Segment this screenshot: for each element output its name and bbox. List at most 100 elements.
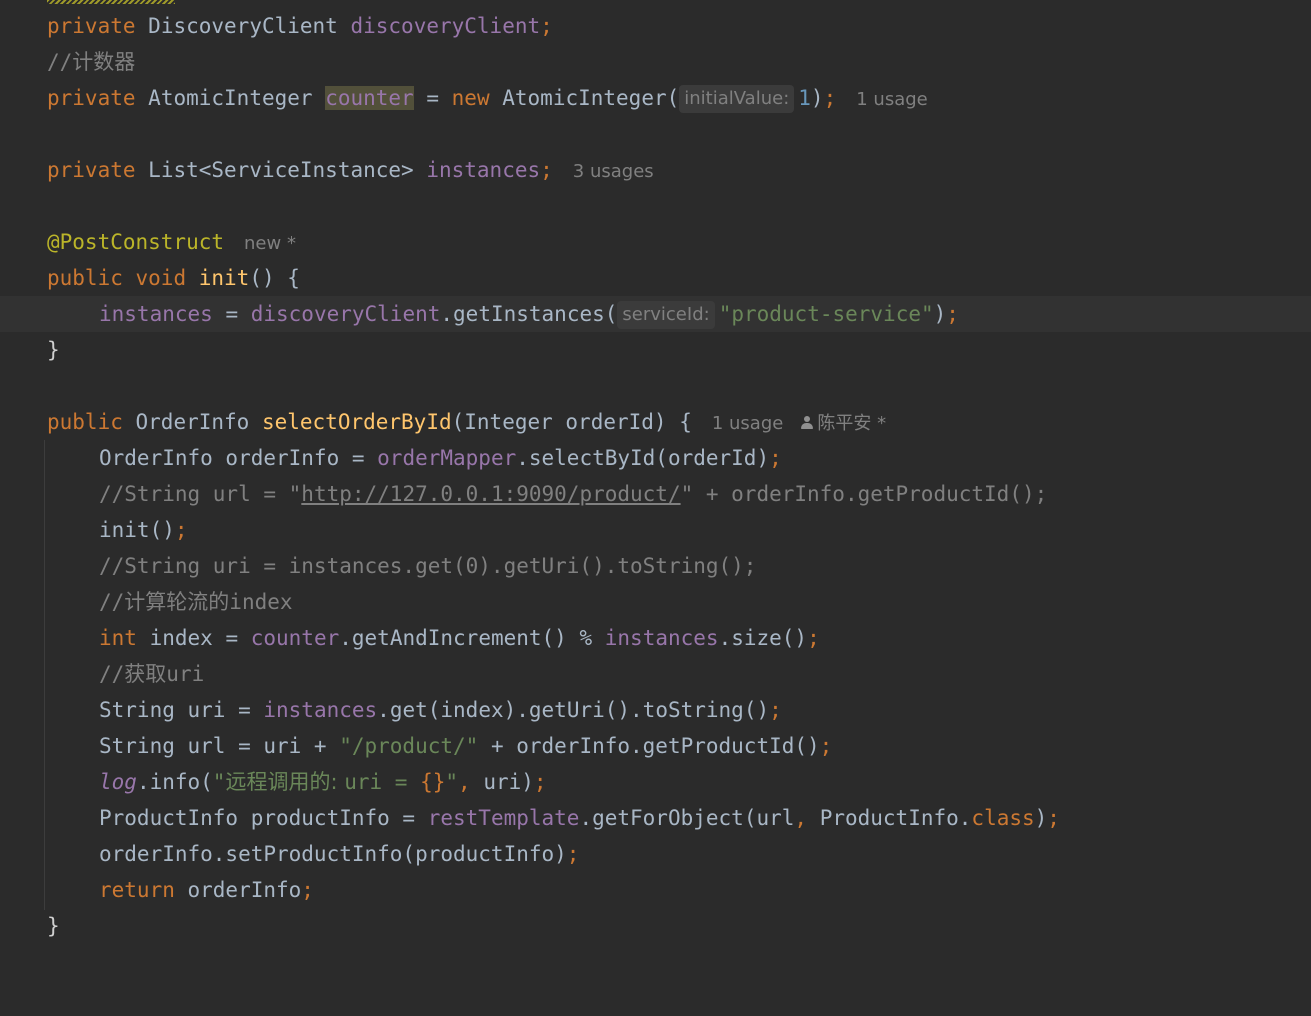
method-name: init <box>198 266 250 290</box>
param-hint: serviceId: <box>617 301 715 329</box>
code-line-24[interactable]: orderInfo.setProductInfo(productInfo); <box>0 836 1311 872</box>
string-literal: uri = <box>344 770 421 794</box>
string-quote: " <box>212 770 226 794</box>
field-name: instances <box>426 158 541 182</box>
code-text: orderInfo.setProductInfo(productInfo) <box>99 842 567 866</box>
code-line-10[interactable]: } <box>0 332 1311 368</box>
comma: , <box>794 806 808 830</box>
code-line-7[interactable]: @PostConstruct new * <box>0 224 1311 260</box>
code-text: init() <box>99 518 175 542</box>
code-line-20[interactable]: String uri = instances.get(index).getUri… <box>0 692 1311 728</box>
keyword: private <box>47 86 136 110</box>
code-line-13[interactable]: OrderInfo orderInfo = orderMapper.select… <box>0 440 1311 476</box>
usage-count[interactable]: 1 usage <box>712 413 784 434</box>
comment-prefix: // <box>99 662 125 686</box>
code-line-2[interactable]: //计数器 <box>0 44 1311 80</box>
semicolon: ; <box>301 878 314 902</box>
code-line-16[interactable]: //String uri = instances.get(0).getUri()… <box>0 548 1311 584</box>
usage-count[interactable]: 3 usages <box>573 161 654 182</box>
semicolon: ; <box>819 734 833 758</box>
keyword: return <box>99 878 175 902</box>
semicolon: ; <box>807 626 820 650</box>
semicolon: ; <box>946 302 959 326</box>
field-name: instances <box>263 698 378 722</box>
semicolon: ; <box>174 518 188 542</box>
code-line-12[interactable]: public OrderInfo selectOrderById(Integer… <box>0 404 1311 440</box>
author-icon <box>801 416 814 430</box>
code-line-19[interactable]: //获取uri <box>0 656 1311 692</box>
string-literal: "/product/" <box>339 734 479 758</box>
code-line-9-current[interactable]: instances = discoveryClient.getInstances… <box>0 296 1311 332</box>
method-call: .get(index).getUri().toString() <box>377 698 770 722</box>
keyword: public <box>47 266 123 290</box>
field-name: instances <box>604 626 719 650</box>
argument: uri) <box>470 770 534 794</box>
field-name: discoveryClient <box>350 14 541 38</box>
method-call: .getAndIncrement() % <box>339 626 605 650</box>
field-name: restTemplate <box>427 806 580 830</box>
code-line-15[interactable]: init(); <box>0 512 1311 548</box>
field-name: orderMapper <box>377 446 517 470</box>
method-call: .getForObject(url <box>579 806 795 830</box>
semicolon: ; <box>540 158 553 182</box>
author-name[interactable]: 陈平安 * <box>817 413 886 434</box>
method-call: .info( <box>136 770 213 794</box>
field-name: counter <box>250 626 340 650</box>
comment-suffix: " + orderInfo.getProductId(); <box>680 482 1048 506</box>
code-text: ProductInfo productInfo = <box>99 806 428 830</box>
code-editor[interactable]: private DiscoveryClient discoveryClient;… <box>0 0 1311 948</box>
close-paren: ) <box>1034 806 1048 830</box>
close-paren: ) <box>810 86 824 110</box>
comment-suffix: index <box>229 590 293 614</box>
code-line-17[interactable]: //计算轮流的index <box>0 584 1311 620</box>
string-literal: "product-service" <box>718 302 934 326</box>
code-line-8[interactable]: public void init() { <box>0 260 1311 296</box>
comma: , <box>458 770 471 794</box>
close-paren: ) <box>933 302 947 326</box>
usage-count[interactable]: 1 usage <box>856 89 928 110</box>
code-line-23[interactable]: ProductInfo productInfo = restTemplate.g… <box>0 800 1311 836</box>
method-call: .getInstances( <box>440 302 618 326</box>
code-text: OrderInfo orderInfo = <box>99 446 378 470</box>
type-name: OrderInfo <box>135 410 250 434</box>
keyword: int <box>99 626 137 650</box>
type-name: AtomicInteger <box>148 86 313 110</box>
semicolon: ; <box>823 86 837 110</box>
type-name: List<ServiceInstance> <box>148 158 414 182</box>
code-line-18[interactable]: int index = counter.getAndIncrement() % … <box>0 620 1311 656</box>
method-params: (Integer orderId) { <box>451 410 692 434</box>
code-line-26[interactable]: } <box>0 908 1311 944</box>
number-literal: 1 <box>798 86 811 110</box>
code-line-14[interactable]: //String url = "http://127.0.0.1:9090/pr… <box>0 476 1311 512</box>
code-line-21[interactable]: String url = uri + "/product/" + orderIn… <box>0 728 1311 764</box>
keyword-new: new <box>451 86 490 110</box>
semicolon: ; <box>769 698 782 722</box>
keyword: private <box>47 158 136 182</box>
argument: ProductInfo. <box>807 806 972 830</box>
warning-squiggle <box>47 0 175 4</box>
code-text: index = <box>136 626 251 650</box>
comment-prefix: //String url = " <box>99 482 302 506</box>
code-line-22[interactable]: log.info("远程调用的: uri = {}", uri); <box>0 764 1311 800</box>
code-line-5[interactable]: private List<ServiceInstance> instances;… <box>0 152 1311 188</box>
code-line-3[interactable]: private AtomicInteger counter = new Atom… <box>0 80 1311 116</box>
keyword: class <box>971 806 1035 830</box>
comment-text: 获取 <box>124 662 167 686</box>
field-name: discoveryClient <box>250 302 441 326</box>
close-brace: } <box>47 338 60 362</box>
code-text: String url = uri + <box>99 734 340 758</box>
comment: //String uri = instances.get(0).getUri()… <box>99 554 757 578</box>
annotation: @PostConstruct <box>47 230 225 254</box>
comment-url[interactable]: http://127.0.0.1:9090/product/ <box>301 482 680 506</box>
semicolon: ; <box>566 842 580 866</box>
code-line-1[interactable]: private DiscoveryClient discoveryClient; <box>0 8 1311 44</box>
close-brace: } <box>47 914 60 938</box>
field-name-highlighted[interactable]: counter <box>325 86 414 110</box>
comment-suffix: uri <box>166 662 205 686</box>
method-name: selectOrderById <box>261 410 452 434</box>
semicolon: ; <box>540 14 553 38</box>
comment-prefix: // <box>99 590 125 614</box>
code-text: orderInfo <box>174 878 302 902</box>
assign: = <box>212 302 251 326</box>
code-line-25[interactable]: return orderInfo; <box>0 872 1311 908</box>
